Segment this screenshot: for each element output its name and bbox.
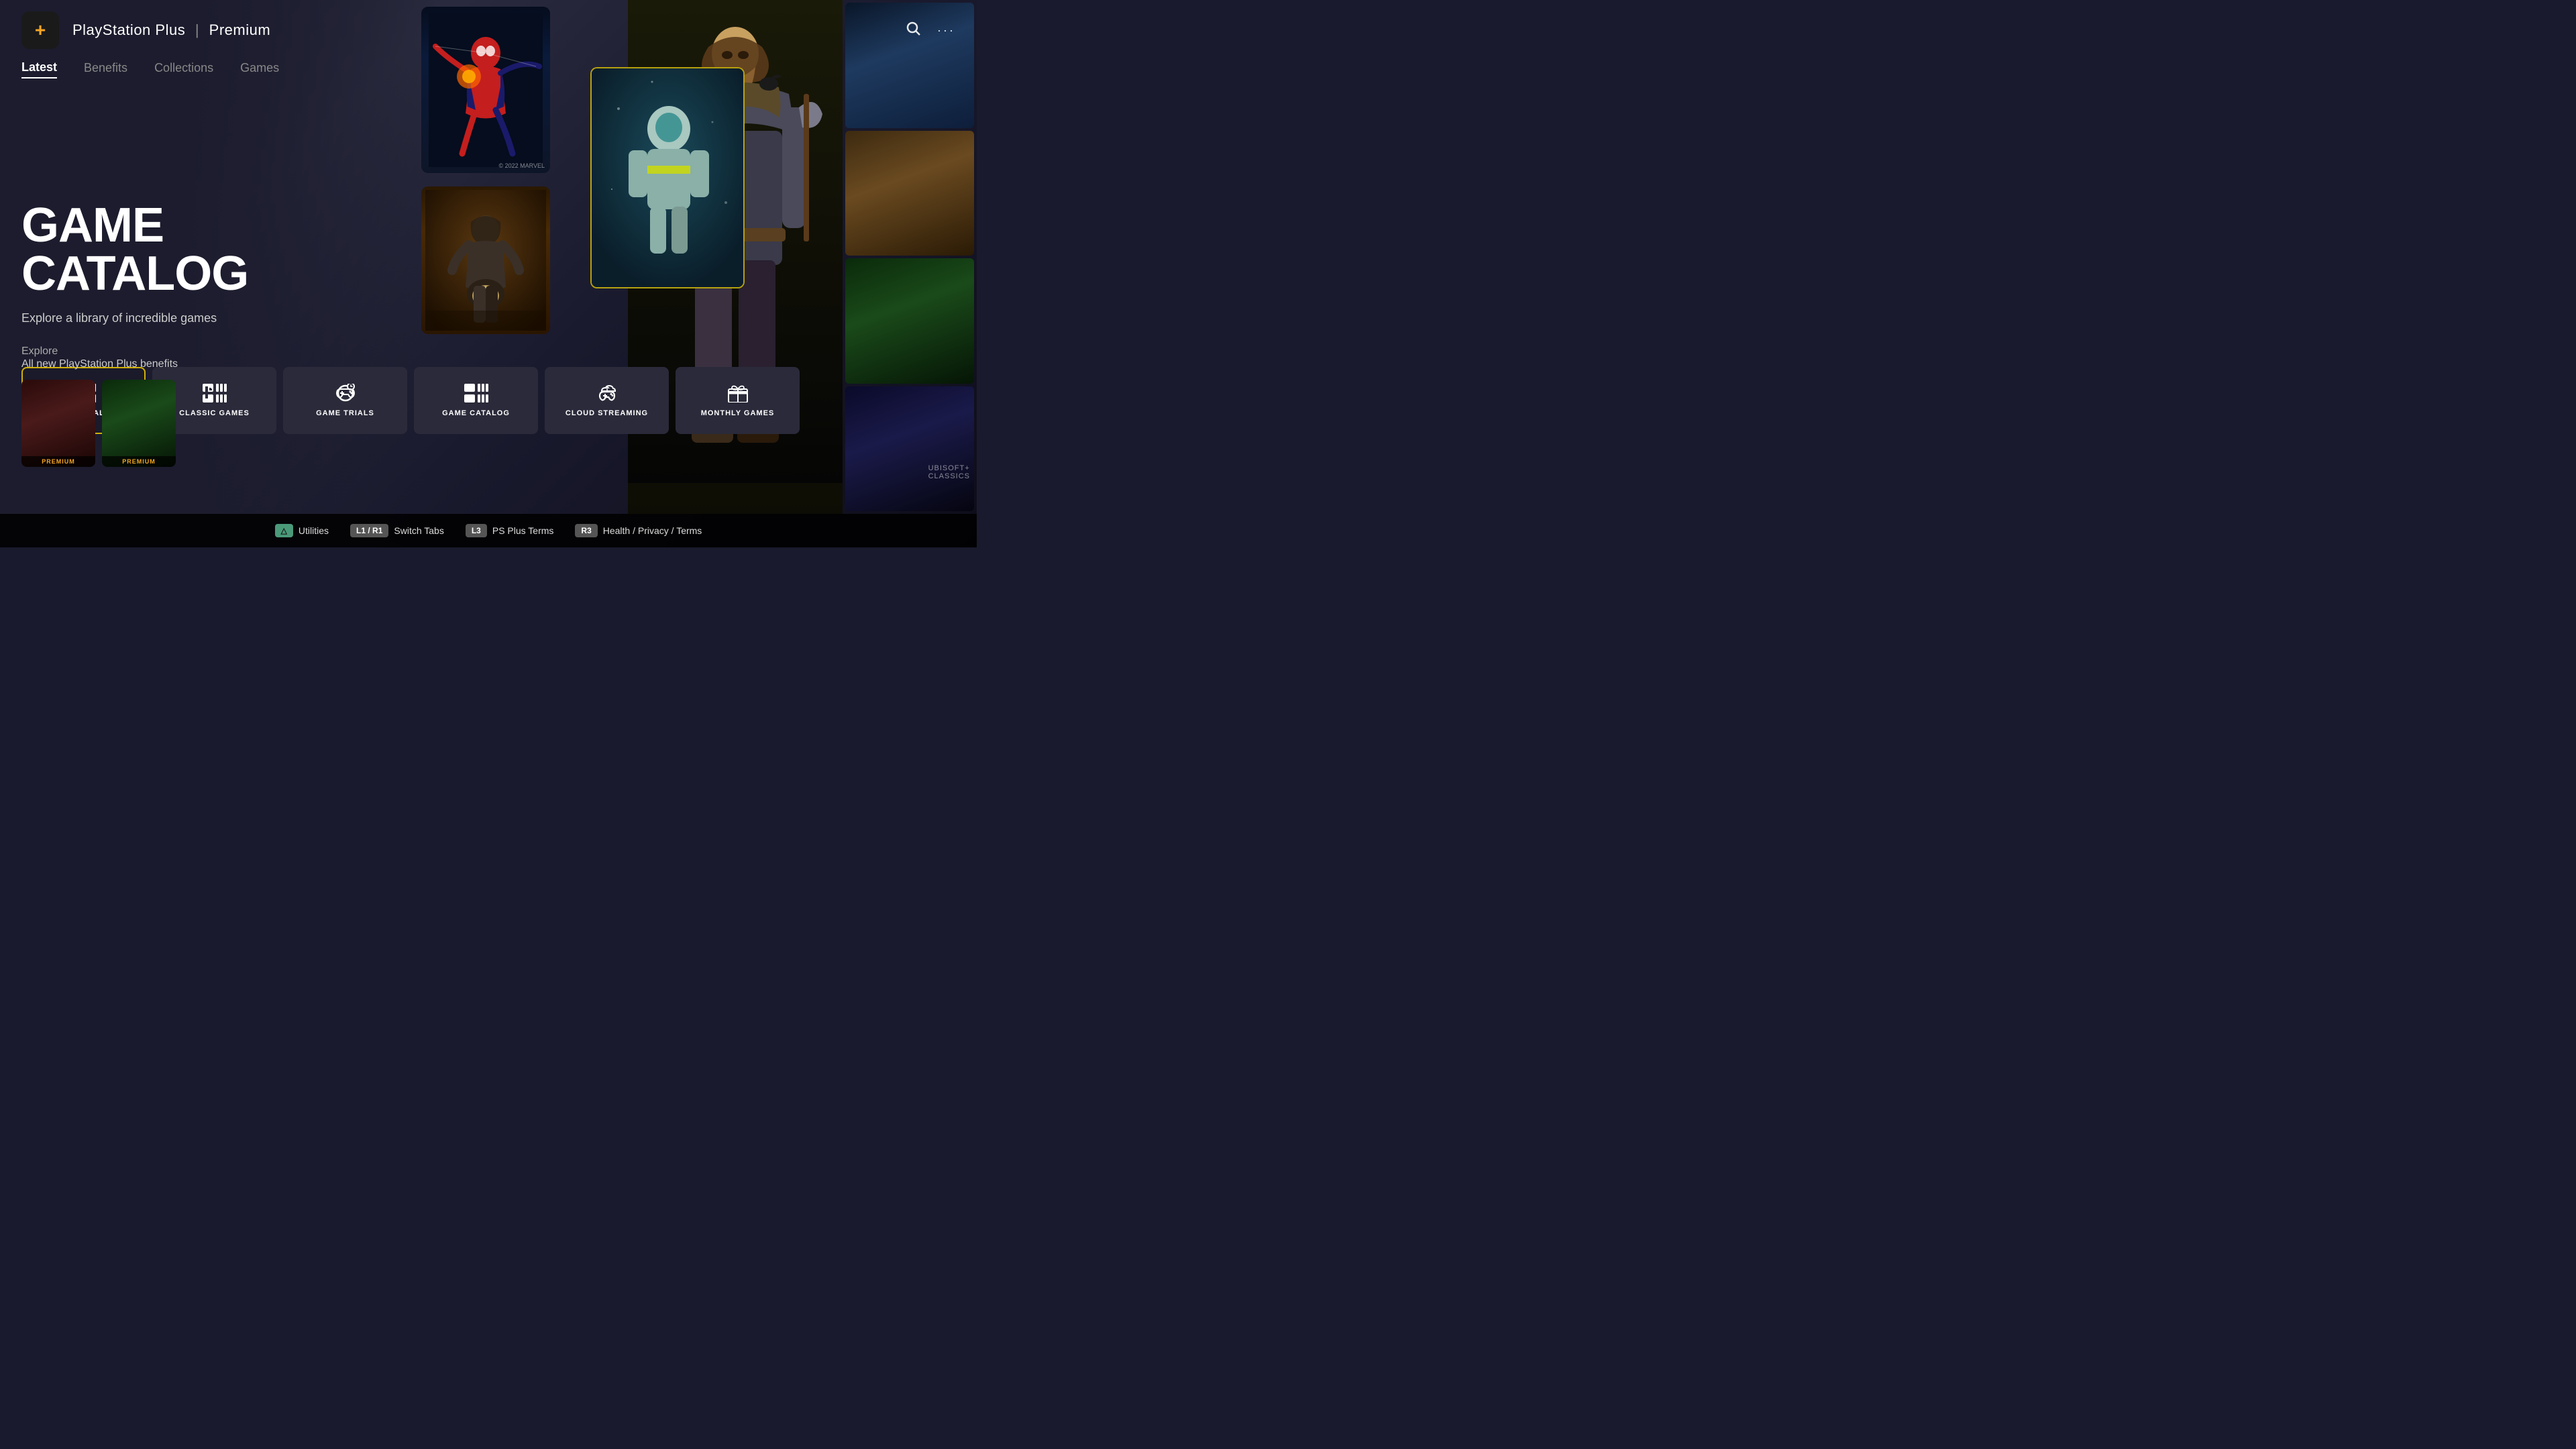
bottom-switch-tabs: L1 / R1 Switch Tabs bbox=[350, 524, 444, 537]
title-separator: | bbox=[195, 21, 199, 38]
bottom-bar: △ Utilities L1 / R1 Switch Tabs L3 PS Pl… bbox=[0, 514, 977, 547]
right-card-3[interactable] bbox=[845, 258, 974, 384]
mini-card-1[interactable]: PREMIUM bbox=[21, 380, 95, 467]
health-privacy-text: Health / Privacy / Terms bbox=[603, 525, 702, 536]
right-game-grid bbox=[843, 0, 977, 514]
explore-label: Explore bbox=[21, 345, 800, 358]
game-catalog-2-label: GAME CATALOG bbox=[442, 409, 510, 417]
title-part1: PlayStation Plus bbox=[72, 21, 185, 38]
header-title: PlayStation Plus | Premium bbox=[72, 21, 270, 39]
right-card-2[interactable] bbox=[845, 131, 974, 256]
ps-plus-terms-text: PS Plus Terms bbox=[492, 525, 554, 536]
grid-icon-2 bbox=[464, 384, 488, 402]
tab-collections[interactable]: Collections bbox=[154, 61, 213, 78]
r3-badge: R3 bbox=[575, 524, 597, 537]
game-trials-label: GAME TRIALS bbox=[316, 409, 374, 417]
bottom-health-privacy: R3 Health / Privacy / Terms bbox=[575, 524, 702, 537]
bottom-ps-plus-terms: L3 PS Plus Terms bbox=[466, 524, 554, 537]
playstation-logo: + bbox=[21, 11, 59, 49]
controller-icon bbox=[333, 384, 358, 402]
cloud-icon bbox=[595, 384, 619, 402]
section-title-line2: CATALOG bbox=[21, 247, 248, 301]
mini-card-2[interactable]: PREMIUM bbox=[102, 380, 176, 467]
monthly-games-label: MONTHLY GAMES bbox=[701, 409, 775, 417]
section-title-line1: GAME bbox=[21, 199, 164, 252]
header: + PlayStation Plus | Premium ··· bbox=[0, 0, 977, 60]
l1r1-badge: L1 / R1 bbox=[350, 524, 388, 537]
all-new-section: All new PlayStation Plus benefits PREMIU… bbox=[21, 358, 178, 467]
classic-games-label: CLASSIC GAMES bbox=[179, 409, 250, 417]
right-card-4[interactable] bbox=[845, 386, 974, 512]
classic-icon bbox=[203, 384, 227, 402]
l3-badge: L3 bbox=[466, 524, 487, 537]
ubisoft-watermark: UBISOFT+CLASSICS bbox=[928, 464, 970, 480]
all-new-label: All new PlayStation Plus benefits bbox=[21, 358, 178, 370]
premium-badge-2: PREMIUM bbox=[102, 456, 176, 467]
spiderman-copyright: © 2022 MARVEL bbox=[498, 162, 545, 169]
navigation-tabs: Latest Benefits Collections Games bbox=[21, 60, 279, 78]
utilities-text: Utilities bbox=[299, 525, 329, 536]
section-title: GAME CATALOG bbox=[21, 201, 800, 298]
triangle-badge: △ bbox=[275, 524, 293, 537]
explore-btn-cloud-streaming[interactable]: CLOUD STREAMING bbox=[545, 367, 669, 434]
tab-games[interactable]: Games bbox=[240, 61, 279, 78]
mini-cards-row: PREMIUM PREMIUM bbox=[21, 380, 178, 467]
cloud-streaming-label: CLOUD STREAMING bbox=[566, 409, 648, 417]
tab-benefits[interactable]: Benefits bbox=[84, 61, 127, 78]
more-options-button[interactable]: ··· bbox=[937, 23, 955, 38]
explore-btn-game-catalog-2[interactable]: GAME CATALOG bbox=[414, 367, 538, 434]
premium-badge-1: PREMIUM bbox=[21, 456, 95, 467]
explore-btn-monthly-games[interactable]: MONTHLY GAMES bbox=[676, 367, 800, 434]
explore-btn-game-trials[interactable]: GAME TRIALS bbox=[283, 367, 407, 434]
gift-icon bbox=[726, 384, 750, 402]
search-button[interactable] bbox=[905, 20, 921, 40]
bottom-utilities: △ Utilities bbox=[275, 524, 329, 537]
title-part2: Premium bbox=[209, 21, 271, 38]
tab-latest[interactable]: Latest bbox=[21, 60, 57, 78]
header-actions: ··· bbox=[905, 20, 955, 40]
section-subtitle: Explore a library of incredible games bbox=[21, 311, 800, 325]
switch-tabs-text: Switch Tabs bbox=[394, 525, 443, 536]
ps-plus-icon: + bbox=[35, 19, 46, 41]
